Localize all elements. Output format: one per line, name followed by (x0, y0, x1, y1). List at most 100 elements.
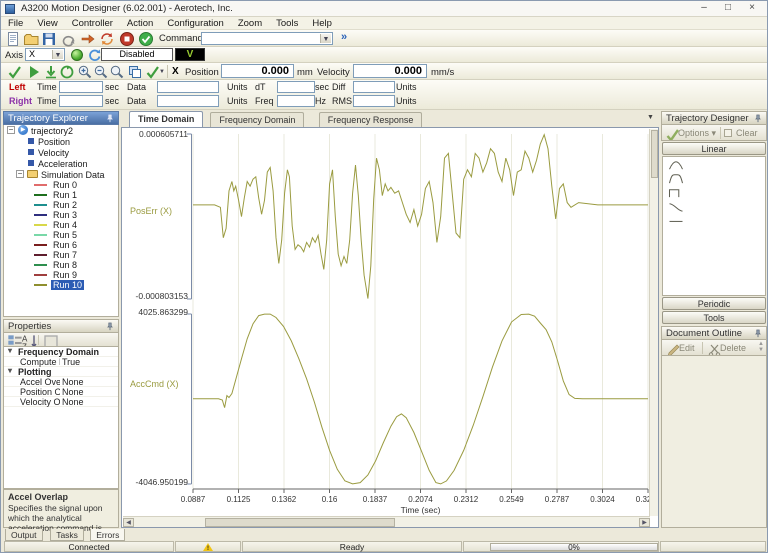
property-row[interactable]: Velocity OveNone (4, 397, 118, 407)
more-commands-icon[interactable]: » (341, 31, 347, 43)
clear-button[interactable]: Clear (736, 128, 758, 138)
tree-item-acceleration[interactable]: Acceleration (4, 158, 118, 169)
left-data-field[interactable] (157, 81, 219, 93)
options-button[interactable]: Options ▾ (678, 128, 716, 139)
menu-configuration[interactable]: Configuration (160, 17, 231, 30)
property-group[interactable]: ▾Plotting (4, 367, 118, 377)
scroll-right-icon[interactable]: ▶ (639, 518, 650, 527)
axis-dropdown-icon[interactable]: ▼ (52, 50, 63, 59)
tree-item-run-10[interactable]: Run 10 (4, 280, 118, 290)
minimize-button[interactable]: – (693, 2, 715, 15)
tree-item-simulation-data[interactable]: − Simulation Data (4, 169, 118, 180)
command-dropdown-icon[interactable]: ▼ (320, 34, 331, 43)
toolbar-scroll-icon[interactable]: ▲▼ (758, 341, 764, 353)
scrollbar-thumb[interactable] (651, 130, 658, 178)
property-value[interactable]: None (62, 377, 84, 387)
section-tools[interactable]: Tools (662, 311, 766, 324)
step-move[interactable] (663, 185, 765, 199)
property-value[interactable]: None (62, 397, 84, 407)
tab-errors[interactable]: Errors (90, 529, 125, 541)
tree-item-run-4[interactable]: Run 4 (4, 220, 118, 230)
tree-item-run-1[interactable]: Run 1 (4, 190, 118, 200)
menu-file[interactable]: File (1, 17, 30, 30)
collapse-icon[interactable]: ▾ (8, 347, 12, 355)
property-group[interactable]: ▾Frequency Domain (4, 347, 118, 357)
left-time-field[interactable] (59, 81, 103, 93)
property-row[interactable]: Accel OverlaNone (4, 377, 118, 387)
new-icon[interactable] (5, 31, 21, 47)
copy-plot-icon[interactable] (127, 64, 143, 80)
edit-button[interactable]: Edit (679, 343, 695, 353)
chart-horizontal-scrollbar[interactable]: ◀ ▶ (123, 516, 650, 527)
left-dt-field[interactable] (277, 81, 315, 93)
property-pages-icon[interactable] (43, 334, 55, 346)
time-domain-plot[interactable]: 0.08870.11250.13620.160.18370.20740.2312… (122, 128, 658, 527)
property-value[interactable]: None (62, 387, 84, 397)
menu-action[interactable]: Action (120, 17, 160, 30)
download-icon[interactable] (43, 64, 57, 80)
property-row[interactable]: Compute FFTrue (4, 357, 118, 367)
axis-enable-icon[interactable] (71, 49, 83, 61)
zoom-out-icon[interactable] (93, 64, 109, 80)
tree-item-velocity[interactable]: Velocity (4, 147, 118, 158)
tab-list-dropdown-icon[interactable]: ▼ (647, 114, 654, 121)
maximize-button[interactable]: □ (717, 2, 739, 15)
verify-icon[interactable] (7, 64, 21, 80)
run-program-icon[interactable] (80, 31, 96, 47)
autoscale-dropdown-icon[interactable]: ▼ (159, 69, 165, 75)
tree-item-run-3[interactable]: Run 3 (4, 210, 118, 220)
delete-button[interactable]: Delete (720, 343, 746, 353)
start-icon[interactable] (26, 64, 40, 80)
tab-time-domain[interactable]: Time Domain (129, 111, 203, 127)
property-value[interactable]: True (62, 357, 80, 367)
tree-item-run-0[interactable]: Run 0 (4, 180, 118, 190)
collapse-icon[interactable]: − (16, 170, 24, 178)
right-rms-field[interactable] (353, 95, 395, 107)
tab-tasks[interactable]: Tasks (50, 529, 84, 541)
right-data-field[interactable] (157, 95, 219, 107)
loop-icon[interactable] (59, 64, 73, 80)
scrollbar-thumb[interactable] (205, 518, 395, 527)
menu-help[interactable]: Help (305, 17, 339, 30)
categorized-icon[interactable] (7, 334, 19, 346)
menu-controller[interactable]: Controller (65, 17, 120, 30)
chart-vertical-scrollbar[interactable] (649, 129, 658, 516)
tree-item-run-6[interactable]: Run 6 (4, 240, 118, 250)
collapse-icon[interactable]: − (7, 126, 15, 134)
open-icon[interactable] (23, 31, 39, 47)
zoom-extents-icon[interactable] (109, 64, 125, 80)
right-time-field[interactable] (59, 95, 103, 107)
reset-icon[interactable] (99, 31, 115, 47)
section-periodic[interactable]: Periodic (662, 297, 766, 310)
tab-frequency-response[interactable]: Frequency Response (319, 112, 423, 127)
tree-item-run-2[interactable]: Run 2 (4, 200, 118, 210)
command-input[interactable]: ▼ (201, 32, 333, 45)
menu-tools[interactable]: Tools (269, 17, 305, 30)
pin-icon[interactable] (105, 322, 115, 332)
menu-zoom[interactable]: Zoom (231, 17, 269, 30)
right-freq-field[interactable] (277, 95, 315, 107)
scurve-move[interactable] (663, 199, 765, 213)
tree-item-run-7[interactable]: Run 7 (4, 250, 118, 260)
trapezoid-move[interactable] (663, 171, 765, 185)
tree-item-run-9[interactable]: Run 9 (4, 270, 118, 280)
pin-icon[interactable] (753, 329, 763, 339)
close-button[interactable]: × (741, 2, 763, 15)
dwell-move[interactable] (663, 213, 765, 227)
undo-icon[interactable] (61, 31, 77, 47)
tree-item-run-8[interactable]: Run 8 (4, 260, 118, 270)
menu-view[interactable]: View (30, 17, 64, 30)
task-ok-icon[interactable] (138, 31, 154, 47)
zoom-in-icon[interactable] (77, 64, 93, 80)
save-icon[interactable] (41, 31, 57, 47)
tree-item-position[interactable]: Position (4, 136, 118, 147)
collapse-icon[interactable]: ▾ (8, 366, 12, 375)
property-row[interactable]: Position OveNone (4, 387, 118, 397)
left-diff-field[interactable] (353, 81, 395, 93)
axis-select[interactable]: X ▼ (25, 48, 65, 61)
autoscale-icon[interactable] (145, 64, 159, 80)
tree-item-run-5[interactable]: Run 5 (4, 230, 118, 240)
sort-alphabetical-icon[interactable]: AZ (22, 334, 34, 346)
tab-frequency-domain[interactable]: Frequency Domain (210, 112, 304, 127)
scroll-left-icon[interactable]: ◀ (123, 518, 134, 527)
